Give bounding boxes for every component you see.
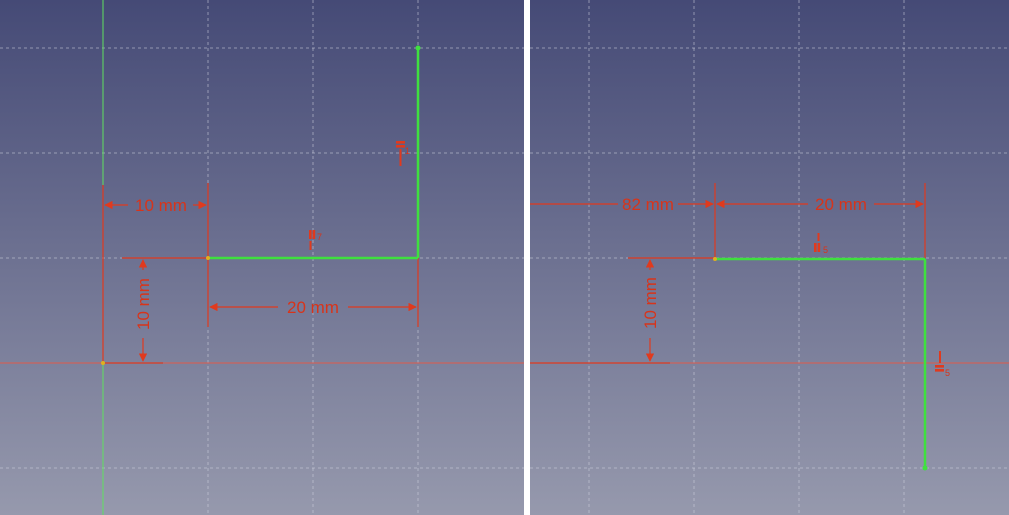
svg-text:7: 7 xyxy=(317,232,322,242)
svg-text:5: 5 xyxy=(945,368,950,378)
sketch-view-left[interactable]: 10 mm 10 mm 20 mm 7 1 xyxy=(0,0,524,515)
dimension-label: 10 mm xyxy=(135,196,187,215)
endpoint-vertex[interactable] xyxy=(922,465,928,471)
sketch-view-right[interactable]: 82 mm 20 mm 10 mm 5 5 xyxy=(530,0,1009,515)
viewport-background xyxy=(530,0,1009,515)
dimension-label: 10 mm xyxy=(134,278,153,330)
dimension-label: 82 mm xyxy=(622,195,674,214)
svg-text:5: 5 xyxy=(823,245,828,255)
dimension-label: 20 mm xyxy=(815,195,867,214)
svg-text:1: 1 xyxy=(405,146,410,156)
start-vertex[interactable] xyxy=(206,256,210,260)
dimension-label: 20 mm xyxy=(287,298,339,317)
sketch-canvas-left[interactable]: 10 mm 10 mm 20 mm 7 1 xyxy=(0,0,524,515)
endpoint-vertex[interactable] xyxy=(415,45,421,51)
dimension-label: 10 mm xyxy=(641,277,660,329)
origin-point[interactable] xyxy=(101,361,105,365)
sketch-canvas-right[interactable]: 82 mm 20 mm 10 mm 5 5 xyxy=(530,0,1009,515)
start-vertex[interactable] xyxy=(713,257,717,261)
